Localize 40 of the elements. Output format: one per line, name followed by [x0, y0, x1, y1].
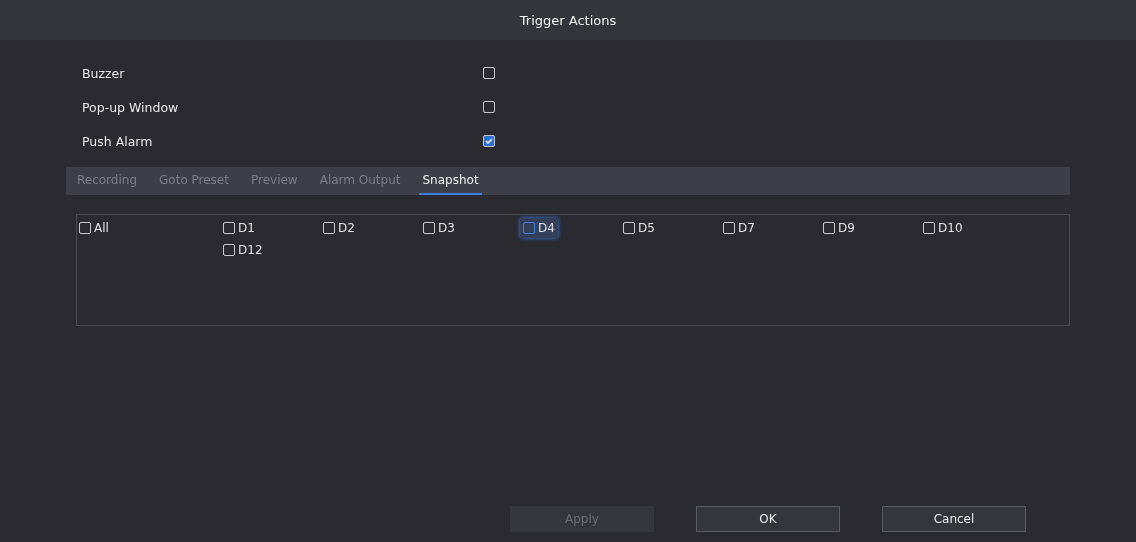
- checkbox-label: D2: [338, 221, 355, 235]
- checkbox[interactable]: [523, 222, 535, 234]
- checkbox-label: D7: [738, 221, 755, 235]
- checkbox[interactable]: [623, 222, 635, 234]
- dialog-button[interactable]: Cancel: [882, 506, 1026, 532]
- checkbox[interactable]: [483, 101, 495, 113]
- checkbox[interactable]: [323, 222, 335, 234]
- checkbox-label: D10: [938, 221, 963, 235]
- channel-checkbox[interactable]: D5: [620, 218, 658, 238]
- checkbox-label: D1: [238, 221, 255, 235]
- checkbox[interactable]: [723, 222, 735, 234]
- checkbox[interactable]: [223, 244, 235, 256]
- channel-checkbox[interactable]: D12: [220, 240, 266, 260]
- checkbox-label: D3: [438, 221, 455, 235]
- channel-checkbox[interactable]: D4: [520, 218, 558, 238]
- option-label: Buzzer: [82, 65, 126, 81]
- checkbox-label: D4: [538, 221, 555, 235]
- channel-checkbox[interactable]: D2: [320, 218, 358, 238]
- checkbox-label: D12: [238, 243, 263, 257]
- checkbox-label: All: [94, 221, 109, 235]
- checkbox-label: D5: [638, 221, 655, 235]
- dialog-button[interactable]: OK: [696, 506, 840, 532]
- checkbox[interactable]: [483, 67, 495, 79]
- channel-checkbox[interactable]: D3: [420, 218, 458, 238]
- checkbox-label: D9: [838, 221, 855, 235]
- all-checkbox[interactable]: All: [76, 218, 112, 238]
- option-label: Push Alarm: [82, 133, 154, 149]
- checkbox[interactable]: [79, 222, 91, 234]
- tab[interactable]: Snapshot: [419, 167, 482, 195]
- checkbox[interactable]: [923, 222, 935, 234]
- option-label: Pop-up Window: [82, 99, 180, 115]
- checkbox[interactable]: [823, 222, 835, 234]
- checkbox[interactable]: [483, 135, 495, 147]
- channel-checkbox[interactable]: D1: [220, 218, 258, 238]
- window-title: Trigger Actions: [519, 12, 617, 28]
- checkbox[interactable]: [223, 222, 235, 234]
- checkbox[interactable]: [423, 222, 435, 234]
- channel-checkbox[interactable]: D10: [920, 218, 966, 238]
- channel-checkbox[interactable]: D9: [820, 218, 858, 238]
- channel-checkbox[interactable]: D7: [720, 218, 758, 238]
